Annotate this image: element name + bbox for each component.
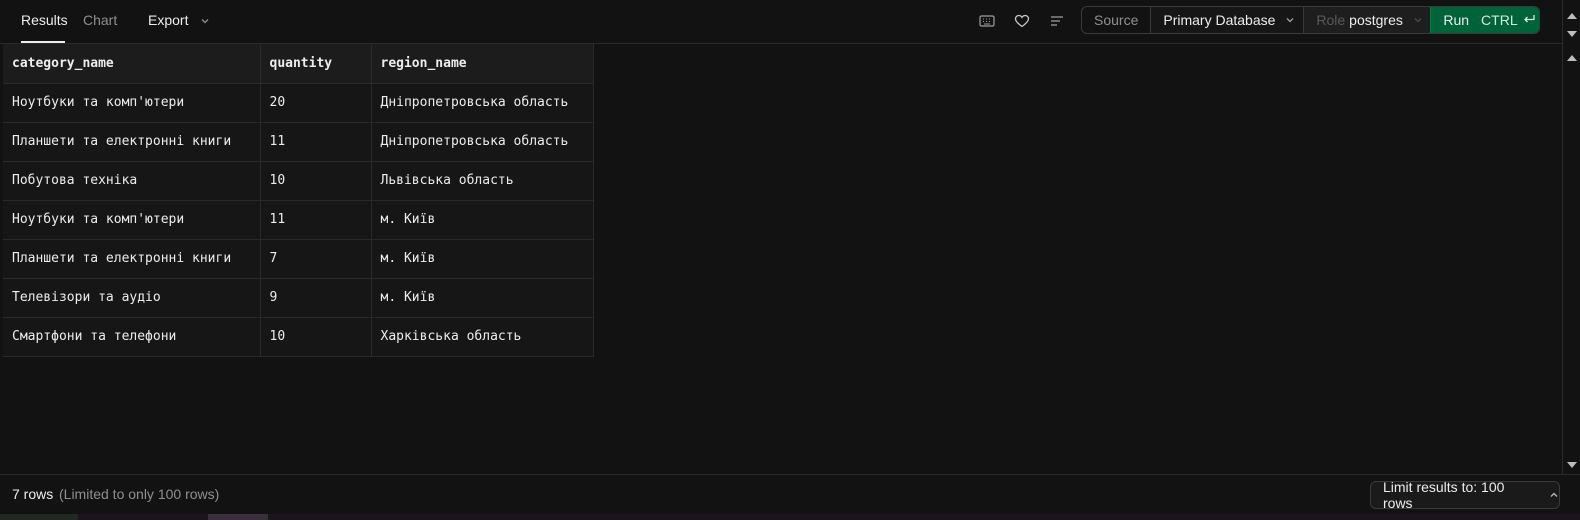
cell-quantity[interactable]: 9 (260, 278, 372, 318)
scroll-up-arrow-icon[interactable] (1566, 8, 1578, 19)
results-table: category_name quantity region_name Ноутб… (3, 44, 594, 357)
results-footer: 7 rows (Limited to only 100 rows) Limit … (0, 474, 1580, 514)
row-count: 7 rows (12, 486, 54, 502)
role-label: Role (1316, 12, 1346, 28)
cell-category-name[interactable]: Планшети та електронні книги (3, 239, 261, 279)
table-row[interactable]: Телевізори та аудіо 9 м. Київ (3, 278, 594, 318)
run-shortcut: CTRL (1481, 12, 1518, 28)
cell-quantity[interactable]: 10 (260, 161, 372, 201)
align-left-icon[interactable] (1048, 12, 1066, 30)
cell-quantity[interactable]: 7 (260, 239, 372, 279)
run-label: Run (1443, 12, 1470, 28)
results-grid: category_name quantity region_name Ноутб… (3, 44, 594, 357)
cell-region-name[interactable]: м. Київ (371, 239, 594, 279)
sql-results-panel: Results Chart Export Source Primary Data… (0, 0, 1580, 520)
header-row: category_name quantity region_name (3, 44, 594, 84)
cell-category-name[interactable]: Телевізори та аудіо (3, 278, 261, 318)
scroll-down-arrow-icon[interactable] (1566, 26, 1578, 37)
tab-chart[interactable]: Chart (83, 0, 117, 43)
cell-region-name[interactable]: Харківська область (371, 317, 594, 357)
keyboard-icon[interactable] (978, 12, 996, 30)
heart-icon[interactable] (1013, 12, 1031, 30)
results-toolbar: Results Chart Export Source Primary Data… (0, 0, 1562, 44)
cell-region-name[interactable]: Дніпропетровська область (371, 122, 594, 162)
table-row[interactable]: Побутова техніка 10 Львівська область (3, 161, 594, 201)
enter-key-icon (1522, 12, 1536, 28)
table-row[interactable]: Ноутбуки та комп'ютери 20 Дніпропетровська… (3, 83, 594, 123)
role-selector[interactable]: Role postgres (1304, 7, 1431, 33)
cell-region-name[interactable]: м. Київ (371, 200, 594, 240)
cell-quantity[interactable]: 11 (260, 200, 372, 240)
chevron-down-icon (200, 1, 210, 41)
vertical-scrollbar[interactable] (1562, 0, 1580, 474)
connection-controls: Source Primary Database Role postgres Ru… (1081, 6, 1540, 34)
cell-category-name[interactable]: Планшети та електронні книги (3, 122, 261, 162)
tab-results[interactable]: Results (21, 0, 68, 43)
column-header-quantity[interactable]: quantity (260, 44, 372, 84)
status-strip-segment (208, 514, 268, 520)
run-button[interactable]: Run CTRL (1430, 7, 1539, 33)
limit-results-button[interactable]: Limit results to: 100 rows (1370, 479, 1560, 511)
export-button[interactable]: Export (148, 0, 210, 40)
cell-quantity[interactable]: 11 (260, 122, 372, 162)
column-header-category-name[interactable]: category_name (3, 44, 261, 84)
scroll-down-arrow-icon[interactable] (1566, 457, 1578, 468)
database-label: Primary Database (1163, 12, 1276, 28)
cell-category-name[interactable]: Смартфони та телефони (3, 317, 261, 357)
chevron-down-icon (1413, 12, 1423, 28)
chevron-down-icon (1285, 12, 1295, 28)
table-row[interactable]: Ноутбуки та комп'ютери 11 м. Київ (3, 200, 594, 240)
row-limit-note: (Limited to only 100 rows) (59, 486, 220, 502)
role-value: postgres (1349, 12, 1403, 28)
table-row[interactable]: Смартфони та телефони 10 Харківська област… (3, 317, 594, 357)
table-row[interactable]: Планшети та електронні книги 11 Дніпропетр… (3, 122, 594, 162)
cell-category-name[interactable]: Ноутбуки та комп'ютери (3, 200, 261, 240)
export-label: Export (148, 12, 189, 28)
cell-region-name[interactable]: м. Київ (371, 278, 594, 318)
scroll-up-arrow-icon[interactable] (1566, 50, 1578, 61)
cell-quantity[interactable]: 20 (260, 83, 372, 123)
cell-category-name[interactable]: Ноутбуки та комп'ютери (3, 83, 261, 123)
bottom-status-strip (0, 514, 1580, 520)
cell-region-name[interactable]: Дніпропетровська область (371, 83, 594, 123)
cell-region-name[interactable]: Львівська область (371, 161, 594, 201)
cell-category-name[interactable]: Побутова техніка (3, 161, 261, 201)
database-selector[interactable]: Primary Database (1151, 7, 1305, 33)
limit-results-label: Limit results to: 100 rows (1383, 479, 1505, 511)
table-row[interactable]: Планшети та електронні книги 7 м. Київ (3, 239, 594, 279)
source-label: Source (1082, 7, 1152, 33)
column-header-region-name[interactable]: region_name (371, 44, 594, 84)
cell-quantity[interactable]: 10 (260, 317, 372, 357)
status-strip-segment (0, 514, 78, 520)
chevron-up-icon (1549, 487, 1559, 503)
